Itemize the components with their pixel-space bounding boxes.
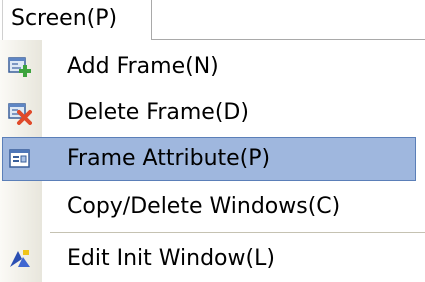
menu-item-label: Frame Attribute(P) (67, 146, 271, 171)
menu-separator (50, 232, 425, 233)
menu-item-label: Add Frame(N) (67, 54, 219, 79)
menu-item-edit-init-window[interactable]: Edit Init Window(L) (0, 236, 425, 282)
menu-item-label: Edit Init Window(L) (67, 246, 275, 271)
menu-item-add-frame[interactable]: Add Frame(N) (0, 44, 425, 90)
menu-item-frame-attribute[interactable]: Frame Attribute(P) (0, 136, 425, 182)
frame-attribute-icon (8, 147, 32, 171)
edit-init-window-icon (8, 247, 32, 271)
menu-item-label: Copy/Delete Windows(C) (67, 194, 341, 219)
screen-menu-label: Screen(P) (11, 6, 118, 31)
menu-bar: Screen(P) (0, 0, 425, 40)
delete-frame-icon (8, 101, 32, 125)
screen-menu[interactable]: Screen(P) (2, 0, 152, 40)
menu-item-delete-frame[interactable]: Delete Frame(D) (0, 90, 425, 136)
menu-item-copy-delete-windows[interactable]: Copy/Delete Windows(C) (0, 184, 425, 230)
add-frame-icon (8, 55, 32, 79)
screen-dropdown-menu: Add Frame(N) Delete Frame(D) Frame Attri… (0, 40, 425, 282)
menu-item-label: Delete Frame(D) (67, 100, 249, 125)
